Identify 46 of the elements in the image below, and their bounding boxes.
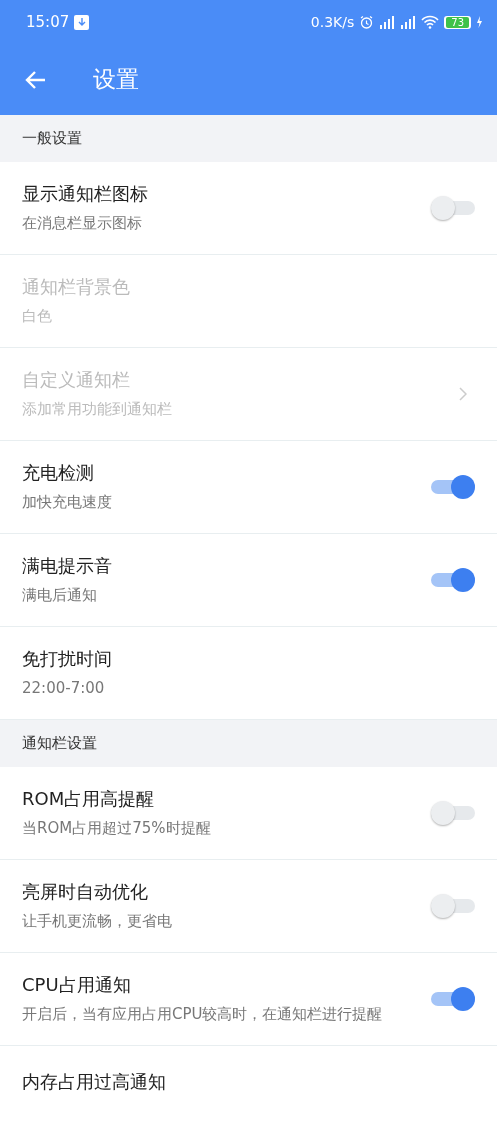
row-subtitle: 22:00-7:00 [22, 678, 106, 699]
settings-row[interactable]: 亮屏时自动优化 让手机更流畅，更省电 [0, 860, 497, 953]
row-title: 显示通知栏图标 [22, 182, 149, 206]
wifi-icon [421, 15, 440, 29]
network-speed: 0.3K/s [310, 14, 355, 30]
row-subtitle: 添加常用功能到通知栏 [22, 399, 173, 420]
section-header: 一般设置 [0, 115, 497, 162]
row-subtitle: 白色 [22, 306, 53, 327]
settings-row[interactable]: 显示通知栏图标 在消息栏显示图标 [0, 162, 497, 255]
row-title: 充电检测 [22, 461, 95, 485]
row-title: 满电提示音 [22, 554, 113, 578]
row-title: 自定义通知栏 [22, 368, 131, 392]
row-title: 亮屏时自动优化 [22, 880, 149, 904]
row-subtitle: 在消息栏显示图标 [22, 213, 143, 234]
toggle-switch[interactable] [431, 566, 475, 594]
signal-icon [400, 15, 417, 29]
download-icon [74, 14, 90, 30]
row-subtitle: 开启后，当有应用占用CPU较高时，在通知栏进行提醒 [22, 1004, 384, 1025]
charging-icon [476, 16, 483, 28]
row-title: ROM占用高提醒 [22, 787, 156, 811]
settings-row[interactable]: 满电提示音 满电后通知 [0, 534, 497, 627]
battery-indicator: 73 [444, 15, 471, 29]
row-title: 通知栏背景色 [22, 275, 131, 299]
row-subtitle: 当ROM占用超过75%时提醒 [22, 818, 212, 839]
alarm-icon [359, 14, 375, 30]
toggle-switch[interactable] [431, 194, 475, 222]
settings-row[interactable]: CPU占用通知 开启后，当有应用占用CPU较高时，在通知栏进行提醒 [0, 953, 497, 1046]
row-subtitle: 满电后通知 [22, 585, 98, 606]
section-header: 通知栏设置 [0, 720, 497, 767]
settings-row[interactable]: ROM占用高提醒 当ROM占用超过75%时提醒 [0, 767, 497, 860]
screen-title: 设置 [93, 65, 139, 94]
clock-time: 15:07 [26, 13, 70, 31]
row-title: 内存占用过高通知 [22, 1070, 167, 1094]
row-subtitle: 让手机更流畅，更省电 [22, 911, 173, 932]
settings-row[interactable]: 充电检测 加快充电速度 [0, 441, 497, 534]
toggle-switch[interactable] [431, 985, 475, 1013]
signal-icon [379, 15, 396, 29]
row-title: 免打扰时间 [22, 647, 113, 671]
toggle-switch[interactable] [431, 473, 475, 501]
row-subtitle: 加快充电速度 [22, 492, 113, 513]
chevron-icon [459, 387, 467, 401]
toggle-switch[interactable] [431, 892, 475, 920]
toggle-switch[interactable] [431, 799, 475, 827]
settings-row[interactable]: 内存占用过高通知 [0, 1046, 497, 1129]
row-title: CPU占用通知 [22, 973, 132, 997]
back-button[interactable] [25, 69, 47, 90]
